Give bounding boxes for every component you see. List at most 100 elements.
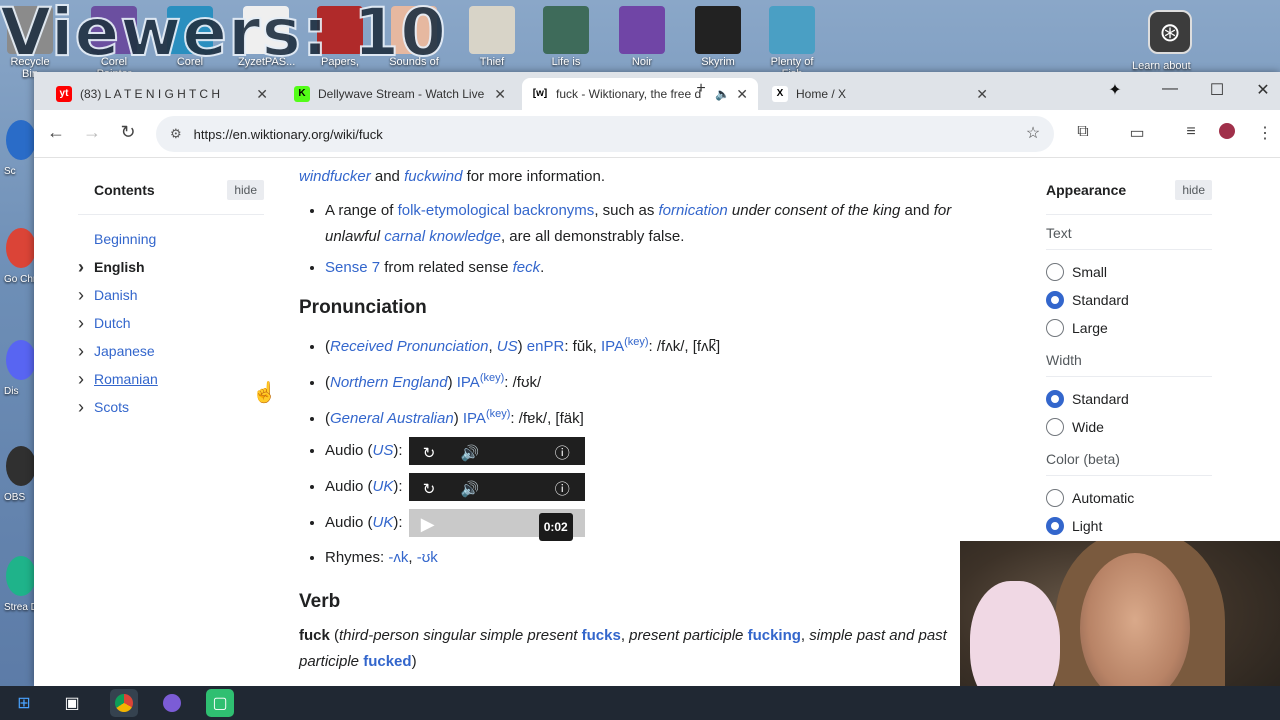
link-key[interactable]: (key)	[486, 408, 510, 420]
radio-button-icon[interactable]	[1046, 390, 1064, 408]
forward-button[interactable]: →	[80, 122, 104, 143]
link-windfucker[interactable]: windfucker	[299, 168, 371, 185]
radio-button-icon[interactable]	[1046, 291, 1064, 309]
replay-icon[interactable]: ↻	[423, 477, 436, 503]
desktop-left-icon[interactable]	[6, 120, 36, 160]
link-general-australian[interactable]: General Australian	[330, 410, 454, 427]
desktop-left-icon[interactable]	[6, 228, 36, 268]
desktop-icon[interactable]: Plenty of Fish	[764, 6, 820, 80]
link-key[interactable]: (key)	[624, 336, 648, 348]
audio-player[interactable]: ↻ 🔊 ⓘ	[408, 437, 585, 467]
link-enpr[interactable]: enPR	[527, 338, 565, 355]
tab-audio-icon[interactable]: 🔈	[715, 87, 730, 101]
link-ipa[interactable]: IPA	[463, 410, 486, 427]
learn-about-icon[interactable]: ⊛	[1148, 10, 1192, 54]
tab-close-icon[interactable]: ✕	[736, 86, 748, 103]
toc-item[interactable]: › Scots	[78, 393, 264, 421]
chevron-right-icon[interactable]: ›	[78, 365, 84, 393]
streaming-app-taskbar-icon[interactable]: ▢	[206, 689, 234, 717]
desktop-icon[interactable]: Skyrim	[690, 6, 746, 68]
link-ipa[interactable]: IPA	[601, 338, 624, 355]
reload-button[interactable]: ↻	[116, 122, 140, 143]
radio-option[interactable]: Small	[1046, 258, 1212, 286]
link-fuckwind[interactable]: fuckwind	[404, 168, 462, 185]
link-key[interactable]: (key)	[480, 372, 504, 384]
link-northern-england[interactable]: Northern England	[330, 374, 448, 391]
link-rhyme-2[interactable]: -ʊk	[417, 549, 438, 566]
tab-close-icon[interactable]: ✕	[976, 86, 988, 103]
link-us[interactable]: US	[497, 338, 518, 355]
link-audio-uk-2[interactable]: UK	[373, 514, 394, 531]
toc-item[interactable]: › Romanian	[78, 365, 264, 393]
link-fornication[interactable]: fornication	[659, 202, 728, 219]
extensions-icon[interactable]: ⧉	[1072, 123, 1094, 141]
replay-icon[interactable]: ↻	[423, 441, 436, 467]
chevron-right-icon[interactable]: ›	[78, 337, 84, 365]
maximize-button[interactable]: ☐	[1202, 80, 1232, 100]
toc-hide-button[interactable]: hide	[227, 180, 264, 200]
minimize-button[interactable]: —	[1155, 80, 1185, 98]
new-tab-button[interactable]: +	[686, 80, 716, 98]
radio-option[interactable]: Automatic	[1046, 484, 1212, 512]
desktop-icon[interactable]: Thief	[464, 6, 520, 68]
link-audio-uk[interactable]: UK	[373, 478, 394, 495]
volume-icon[interactable]: 🔊	[461, 477, 480, 503]
link-carnal-knowledge[interactable]: carnal knowledge	[384, 228, 501, 245]
link-ipa[interactable]: IPA	[457, 374, 480, 391]
appearance-hide-button[interactable]: hide	[1175, 180, 1212, 200]
app-taskbar-icon[interactable]	[158, 689, 186, 717]
radio-button-icon[interactable]	[1046, 263, 1064, 281]
radio-option[interactable]: Light	[1046, 512, 1212, 540]
close-window-button[interactable]: ✕	[1248, 80, 1278, 100]
link-feck[interactable]: feck	[513, 259, 541, 276]
tab-close-icon[interactable]: ✕	[256, 86, 268, 103]
link-fucking[interactable]: fucking	[748, 627, 801, 644]
menu-kebab-icon[interactable]: ⋮	[1254, 123, 1276, 143]
start-button[interactable]: ⊞	[10, 689, 38, 717]
link-rp[interactable]: Received Pronunciation	[330, 338, 488, 355]
radio-option[interactable]: Standard	[1046, 385, 1212, 413]
link-rhyme-1[interactable]: -ʌk	[388, 549, 408, 566]
site-info-icon[interactable]: ⚙	[170, 126, 182, 142]
info-icon[interactable]: ⓘ	[555, 441, 570, 467]
radio-button-icon[interactable]	[1046, 418, 1064, 436]
chevron-right-icon[interactable]: ›	[78, 309, 84, 337]
radio-button-icon[interactable]	[1046, 319, 1064, 337]
audio-player[interactable]: ↻ 🔊 ⓘ	[408, 473, 585, 503]
radio-button-icon[interactable]	[1046, 517, 1064, 535]
radio-option[interactable]: Standard	[1046, 286, 1212, 314]
link-backronyms[interactable]: folk-etymological backronyms	[398, 202, 595, 219]
browser-tab[interactable]: yt (83) L A T E N I G H T C H ✕	[46, 78, 278, 110]
desktop-icon[interactable]: Life is	[538, 6, 594, 68]
desktop-left-icon[interactable]	[6, 340, 36, 380]
desktop-left-icon[interactable]	[6, 556, 36, 596]
link-sense-7[interactable]: Sense 7	[325, 259, 380, 276]
toc-item[interactable]: › Japanese	[78, 337, 264, 365]
task-view-icon[interactable]: ▣	[58, 689, 86, 717]
radio-option[interactable]: Large	[1046, 314, 1212, 342]
play-icon[interactable]: ▶	[421, 511, 435, 537]
chrome-taskbar-icon[interactable]	[110, 689, 138, 717]
gemini-icon[interactable]: ✦	[1100, 80, 1130, 100]
toc-item[interactable]: › Danish	[78, 281, 264, 309]
radio-button-icon[interactable]	[1046, 489, 1064, 507]
profile-avatar[interactable]	[1216, 123, 1238, 144]
browser-tab[interactable]: [w] fuck - Wiktionary, the free d 🔈 ✕	[522, 78, 758, 110]
media-control-icon[interactable]: ≡	[1180, 123, 1202, 141]
radio-option[interactable]: Wide	[1046, 413, 1212, 441]
chevron-right-icon[interactable]: ›	[78, 393, 84, 421]
tab-close-icon[interactable]: ✕	[494, 86, 506, 103]
tab-search-icon[interactable]: ▭	[1126, 123, 1148, 143]
browser-tab[interactable]: K Dellywave Stream - Watch Live ✕	[284, 78, 516, 110]
link-fucked[interactable]: fucked	[363, 653, 411, 670]
chevron-right-icon[interactable]: ›	[78, 281, 84, 309]
toc-item[interactable]: › English	[78, 253, 264, 281]
volume-icon[interactable]: 🔊	[461, 441, 480, 467]
desktop-left-icon[interactable]	[6, 446, 36, 486]
link-audio-us[interactable]: US	[373, 442, 394, 459]
address-bar[interactable]: ⚙ https://en.wiktionary.org/wiki/fuck	[156, 116, 1054, 152]
chevron-right-icon[interactable]: ›	[78, 253, 84, 281]
link-fucks[interactable]: fucks	[582, 627, 621, 644]
bookmark-star-icon[interactable]: ☆	[1022, 123, 1044, 143]
back-button[interactable]: ←	[44, 122, 68, 143]
